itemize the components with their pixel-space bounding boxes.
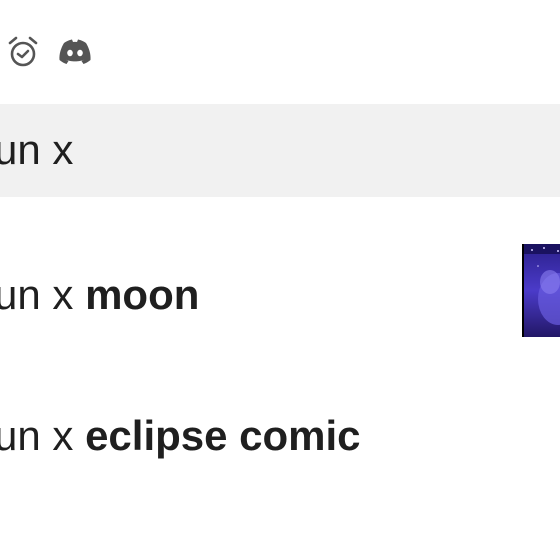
moon-artwork-thumbnail <box>522 244 560 337</box>
search-query-text[interactable]: un x <box>0 126 73 174</box>
search-suggestion-item[interactable]: un x moon <box>0 237 560 357</box>
suggestion-query-part: un x <box>0 412 86 459</box>
suggestion-text: un x eclipse comic <box>0 412 361 460</box>
suggestion-text: un x moon <box>0 271 199 319</box>
status-icons <box>6 32 92 72</box>
search-suggestion-item[interactable]: un x eclipse comic <box>0 378 560 498</box>
suggestion-completion: moon <box>85 271 200 318</box>
suggestion-completion: eclipse comic <box>85 412 361 459</box>
discord-icon <box>58 38 92 66</box>
search-bar[interactable]: un x <box>0 104 560 197</box>
alarm-clock-icon <box>6 35 40 69</box>
suggestion-query-part: un x <box>0 271 86 318</box>
